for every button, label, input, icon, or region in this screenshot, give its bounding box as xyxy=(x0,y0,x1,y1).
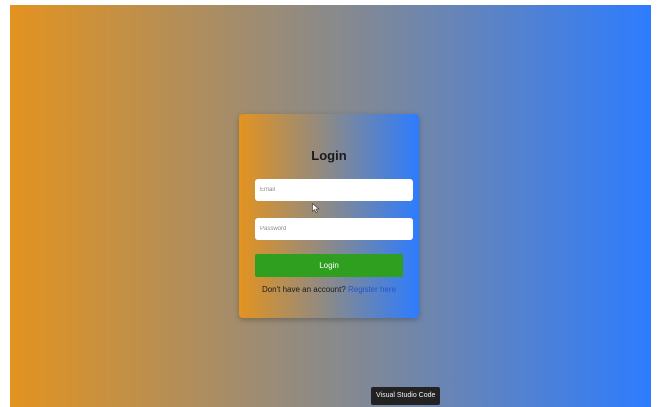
register-prompt-text: Don't have an account? xyxy=(261,285,346,294)
arrow-cursor-icon xyxy=(312,203,320,213)
login-card: Login Login Don't have an account? Regis… xyxy=(239,114,419,318)
password-input[interactable] xyxy=(255,218,413,240)
vscode-taskbar-tooltip: Visual Studio Code xyxy=(371,387,441,405)
register-link[interactable]: Register here xyxy=(348,285,396,294)
email-input[interactable] xyxy=(255,179,413,201)
register-prompt: Don't have an account? Register here xyxy=(239,285,419,294)
screen-frame: Login Login Don't have an account? Regis… xyxy=(0,0,657,407)
browser-viewport: Login Login Don't have an account? Regis… xyxy=(10,5,651,407)
login-title: Login xyxy=(311,148,347,163)
login-button[interactable]: Login xyxy=(255,254,403,277)
